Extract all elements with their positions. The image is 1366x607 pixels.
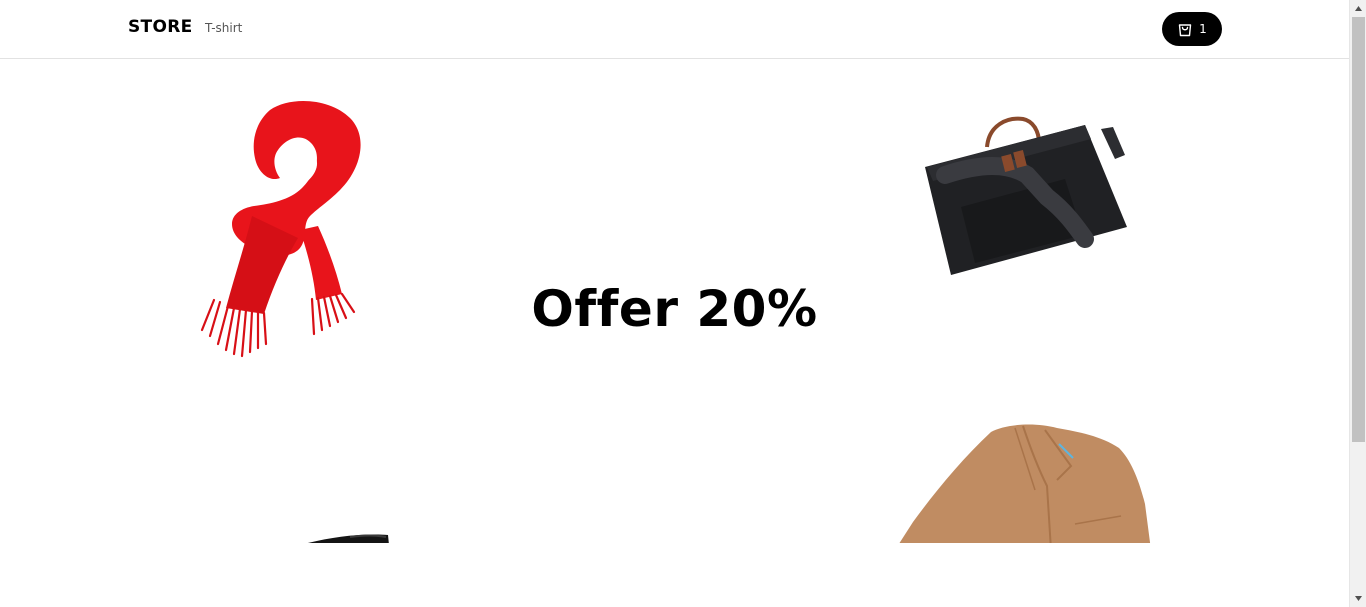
cart-button[interactable]: 1 bbox=[1162, 12, 1222, 46]
shoe-image bbox=[307, 534, 389, 543]
hero-banner: Offer 20% bbox=[0, 60, 1349, 543]
coat-image bbox=[899, 424, 1151, 543]
cart-count: 1 bbox=[1199, 22, 1207, 36]
shopping-bag-icon bbox=[1177, 21, 1193, 37]
bag-image bbox=[925, 116, 1127, 275]
page: STORE T-shirt 1 Offer 20% bbox=[0, 0, 1349, 607]
scroll-down-icon[interactable] bbox=[1350, 590, 1366, 607]
scrollbar-thumb[interactable] bbox=[1352, 17, 1365, 442]
scroll-up-icon[interactable] bbox=[1350, 0, 1366, 17]
site-header: STORE T-shirt 1 bbox=[0, 0, 1349, 59]
offer-title: Offer 20% bbox=[531, 280, 818, 338]
brand-logo[interactable]: STORE bbox=[128, 17, 193, 37]
nav-link-tshirt[interactable]: T-shirt bbox=[205, 21, 242, 35]
vertical-scrollbar[interactable] bbox=[1349, 0, 1366, 607]
